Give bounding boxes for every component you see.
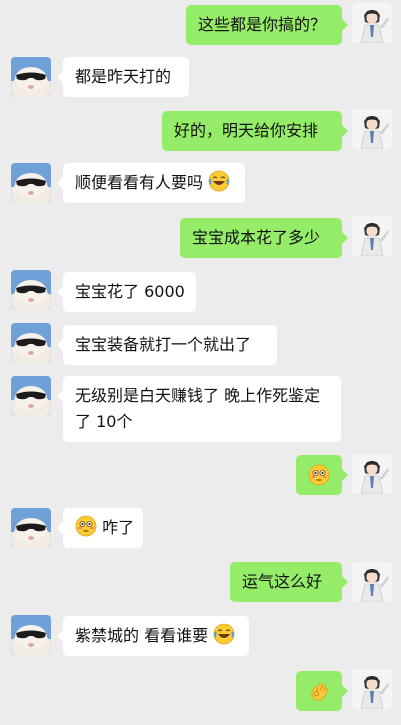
message-text: 咋了 xyxy=(102,518,135,537)
avatar[interactable] xyxy=(352,669,392,709)
message-text: 这些都是你搞的？ xyxy=(198,15,327,34)
message-text: 宝宝成本花了多少 xyxy=(192,228,321,247)
message-bubble-sent[interactable] xyxy=(296,671,348,711)
laughing-crying-emoji-icon xyxy=(213,623,235,645)
sunglasses-hamster-avatar-icon xyxy=(11,57,51,97)
avatar[interactable] xyxy=(352,3,392,43)
cartoon-girl-avatar-icon xyxy=(352,669,392,709)
sunglasses-hamster-avatar-icon xyxy=(11,270,51,310)
message-bubble-received[interactable]: 咋了 xyxy=(57,508,143,548)
sunglasses-hamster-avatar-icon xyxy=(11,323,51,363)
message-bubble-received[interactable]: 宝宝花了 6000 xyxy=(57,272,196,312)
cartoon-girl-avatar-icon xyxy=(352,109,392,149)
message-bubble-sent[interactable] xyxy=(296,455,348,495)
cartoon-girl-avatar-icon xyxy=(352,454,392,494)
message-text: 好的，明天给你安排 xyxy=(174,121,319,140)
avatar[interactable] xyxy=(352,562,392,602)
avatar[interactable] xyxy=(352,109,392,149)
avatar[interactable] xyxy=(11,57,51,97)
flushed-emoji-icon xyxy=(75,515,97,537)
cartoon-girl-avatar-icon xyxy=(352,562,392,602)
avatar[interactable] xyxy=(11,508,51,548)
message-text: 紫禁城的 看看谁要 xyxy=(75,626,209,645)
message-bubble-sent[interactable]: 运气这么好 xyxy=(230,562,348,602)
laughing-crying-emoji-icon xyxy=(208,170,230,192)
message-bubble-received[interactable]: 紫禁城的 看看谁要 xyxy=(57,616,249,656)
message-bubble-sent[interactable]: 好的，明天给你安排 xyxy=(162,111,348,151)
message-bubble-received[interactable]: 都是昨天打的 xyxy=(57,57,189,97)
message-bubble-sent[interactable]: 宝宝成本花了多少 xyxy=(180,218,348,258)
avatar[interactable] xyxy=(11,270,51,310)
sunglasses-hamster-avatar-icon xyxy=(11,615,51,655)
avatar[interactable] xyxy=(352,216,392,256)
message-text: 宝宝装备就打一个就出了 xyxy=(75,335,252,354)
message-text: 顺便看看有人要吗 xyxy=(75,173,204,192)
cartoon-girl-avatar-icon xyxy=(352,3,392,43)
flushed-emoji-icon xyxy=(308,464,330,486)
avatar[interactable] xyxy=(11,163,51,203)
avatar[interactable] xyxy=(11,615,51,655)
message-bubble-sent[interactable]: 这些都是你搞的？ xyxy=(186,5,348,45)
sunglasses-hamster-avatar-icon xyxy=(11,376,51,416)
ok-hand-emoji-icon xyxy=(308,680,330,702)
sunglasses-hamster-avatar-icon xyxy=(11,508,51,548)
message-text: 都是昨天打的 xyxy=(75,67,172,86)
avatar[interactable] xyxy=(11,376,51,416)
message-bubble-received[interactable]: 宝宝装备就打一个就出了 xyxy=(57,325,277,365)
message-bubble-received[interactable]: 顺便看看有人要吗 xyxy=(57,163,245,203)
avatar[interactable] xyxy=(352,454,392,494)
message-text: 运气这么好 xyxy=(242,572,323,591)
cartoon-girl-avatar-icon xyxy=(352,216,392,256)
avatar[interactable] xyxy=(11,323,51,363)
message-text: 无级别是白天赚钱了 晚上作死鉴定了 10个 xyxy=(75,386,321,431)
message-text: 宝宝花了 6000 xyxy=(75,282,185,301)
sunglasses-hamster-avatar-icon xyxy=(11,163,51,203)
message-bubble-received[interactable]: 无级别是白天赚钱了 晚上作死鉴定了 10个 xyxy=(57,376,341,442)
